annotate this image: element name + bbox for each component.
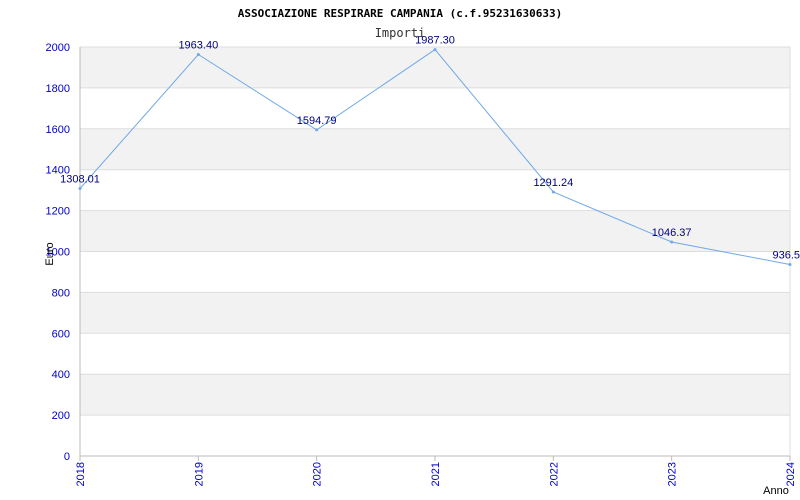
y-tick-label: 0 bbox=[64, 451, 70, 463]
data-point bbox=[196, 52, 200, 56]
y-tick-label: 1600 bbox=[46, 124, 70, 136]
data-label: 1291.24 bbox=[533, 177, 573, 189]
x-axis-label: Anno bbox=[763, 485, 789, 497]
data-label: 1963.40 bbox=[178, 39, 218, 51]
y-tick-label: 600 bbox=[52, 328, 70, 340]
plot-band bbox=[80, 292, 790, 334]
data-label: 1046.37 bbox=[652, 227, 692, 239]
data-point bbox=[433, 48, 437, 52]
data-point bbox=[788, 262, 792, 266]
plot-band bbox=[80, 374, 790, 416]
data-point bbox=[315, 128, 319, 132]
y-tick-label: 1800 bbox=[46, 83, 70, 95]
chart-title: ASSOCIAZIONE RESPIRARE CAMPANIA (c.f.952… bbox=[238, 7, 563, 20]
y-tick-label: 2000 bbox=[46, 42, 70, 54]
x-tick-label: 2023 bbox=[667, 462, 679, 486]
data-point bbox=[670, 240, 674, 244]
y-tick-label: 200 bbox=[52, 410, 70, 422]
y-tick-label: 400 bbox=[52, 369, 70, 381]
x-tick-label: 2018 bbox=[75, 462, 87, 486]
x-tick-label: 2020 bbox=[312, 462, 324, 486]
data-label: 936.5 bbox=[772, 249, 800, 261]
chart-subtitle: Importi bbox=[375, 26, 426, 40]
data-point bbox=[551, 190, 555, 194]
data-label: 1594.79 bbox=[297, 115, 337, 127]
x-tick-label: 2022 bbox=[548, 462, 560, 486]
line-chart: 0200400600800100012001400160018002000 20… bbox=[44, 7, 800, 497]
x-tick-label: 2021 bbox=[430, 462, 442, 486]
x-tick-label: 2019 bbox=[193, 462, 205, 486]
data-label: 1308.01 bbox=[60, 174, 100, 186]
x-tick-labels: 2018 2019 2020 2021 2022 2023 2024 bbox=[75, 462, 797, 486]
x-tick-label: 2024 bbox=[785, 462, 797, 486]
y-axis-label: Euro bbox=[44, 242, 56, 265]
data-point bbox=[78, 187, 82, 191]
plot-band bbox=[80, 128, 790, 170]
y-tick-label: 1200 bbox=[46, 206, 70, 218]
y-tick-label: 800 bbox=[52, 287, 70, 299]
